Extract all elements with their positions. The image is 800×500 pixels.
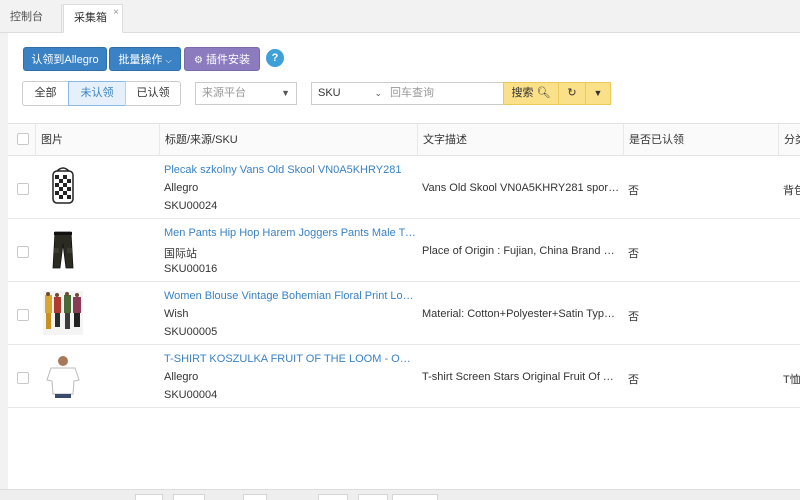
row-checkbox[interactable] [17, 309, 29, 321]
refresh-icon: ↻ [567, 87, 577, 99]
product-title-link[interactable]: Plecak szkolny Vans Old Skool VN0A5KHRY2… [164, 164, 416, 176]
product-source: Allegro [164, 182, 199, 194]
claimed-status: 否 [628, 374, 639, 386]
header-category: 分类 [778, 124, 800, 157]
refresh-button[interactable]: ↻ [558, 82, 586, 105]
table-row[interactable]: T-SHIRT KOSZULKA FRUIT OF THE LOOM - ORI… [8, 345, 800, 408]
product-source: Wish [164, 308, 189, 320]
table-row[interactable]: Men Pants Hip Hop Harem Joggers Pants Ma… [8, 219, 800, 282]
chevron-down-icon: ⌵ [165, 56, 172, 65]
product-sku: SKU00005 [164, 326, 218, 338]
page-number-input[interactable] [243, 494, 267, 500]
prev-page-button[interactable] [173, 494, 205, 500]
table-row[interactable]: Women Blouse Vintage Bohemian Floral Pri… [8, 282, 800, 345]
select-all-checkbox[interactable] [17, 133, 29, 145]
product-image [46, 356, 80, 398]
filter-unclaimed[interactable]: 未认领 [68, 81, 126, 106]
product-title-link[interactable]: T-SHIRT KOSZULKA FRUIT OF THE LOOM - ORI… [164, 353, 416, 365]
search-icon: 🔍︎ [536, 87, 551, 99]
batch-operation-label: 批量操作 [118, 54, 163, 66]
product-sku: SKU00024 [164, 200, 218, 212]
product-title-link[interactable]: Women Blouse Vintage Bohemian Floral Pri… [164, 290, 416, 302]
claimed-status: 否 [628, 185, 639, 197]
search-button[interactable]: 搜索 🔍︎ [503, 82, 559, 105]
product-description: Vans Old Skool VN0A5KHRY281 sportowy ple… [422, 182, 620, 194]
tab-collection-box[interactable]: 采集箱 × [63, 4, 123, 33]
product-sku: SKU00016 [164, 263, 218, 275]
header-claimed: 是否已认领 [623, 124, 778, 157]
source-platform-select[interactable]: 来源平台 ▼ [195, 82, 297, 105]
pagination-bar [0, 489, 800, 500]
product-category: T恤 [783, 374, 800, 386]
cogs-icon: ⚙ [193, 55, 203, 66]
product-image [43, 291, 83, 335]
product-description: Place of Origin : Fujian, China Brand Na… [422, 245, 620, 257]
product-description: Material: Cotton+Polyester+Satin Type: D… [422, 308, 620, 320]
product-description: T-shirt Screen Stars Original Fruit Of T… [422, 371, 620, 383]
first-page-button[interactable] [135, 494, 163, 500]
more-options-button[interactable]: ▼ [585, 82, 611, 105]
claimed-status: 否 [628, 248, 639, 260]
search-field-value: SKU [318, 87, 341, 99]
product-title-link[interactable]: Men Pants Hip Hop Harem Joggers Pants Ma… [164, 227, 416, 239]
product-sku: SKU00004 [164, 389, 218, 401]
batch-operation-button[interactable]: 批量操作 ⌵ [109, 47, 181, 71]
chevron-down-icon: ⌄ [374, 88, 382, 98]
help-icon[interactable]: ? [266, 49, 284, 67]
product-source: 国际站 [164, 248, 197, 260]
product-source: Allegro [164, 371, 199, 383]
last-page-button[interactable] [358, 494, 388, 500]
filter-claimed[interactable]: 已认领 [125, 81, 181, 106]
plugin-install-button[interactable]: ⚙ 插件安装 [184, 47, 260, 71]
tab-console[interactable]: 控制台 [0, 4, 62, 33]
tab-console-label: 控制台 [10, 11, 43, 23]
product-category: 背包 [783, 185, 800, 197]
tab-collection-box-label: 采集箱 [74, 12, 107, 24]
page-size-select[interactable] [392, 494, 438, 500]
table-row[interactable]: Plecak szkolny Vans Old Skool VN0A5KHRY2… [8, 156, 800, 219]
claimed-status: 否 [628, 311, 639, 323]
table-header: 图片 标题/来源/SKU 文字描述 是否已认领 分类 [8, 123, 800, 157]
row-checkbox[interactable] [17, 246, 29, 258]
search-field-select[interactable]: SKU ⌄ [311, 82, 389, 105]
header-description: 文字描述 [417, 124, 623, 157]
source-platform-placeholder: 来源平台 [202, 87, 246, 99]
caret-down-icon: ▼ [281, 88, 290, 98]
caret-down-icon: ▼ [593, 88, 603, 98]
filter-all[interactable]: 全部 [22, 81, 69, 106]
search-button-label: 搜索 [511, 87, 534, 99]
tab-bar: 控制台 采集箱 × [0, 0, 800, 33]
close-icon[interactable]: × [113, 0, 119, 26]
header-image: 图片 [35, 124, 159, 157]
plugin-install-label: 插件安装 [206, 54, 251, 66]
header-title: 标题/来源/SKU [159, 124, 417, 157]
product-image [52, 167, 74, 204]
row-checkbox[interactable] [17, 183, 29, 195]
main-panel: 认领到Allegro 批量操作 ⌵ ⚙ 插件安装 ? 全部 未认领 已认领 来源… [8, 33, 800, 500]
search-input[interactable]: 回车查询 [388, 82, 504, 105]
row-checkbox[interactable] [17, 372, 29, 384]
product-image [52, 231, 74, 269]
next-page-button[interactable] [318, 494, 348, 500]
claim-to-allegro-button[interactable]: 认领到Allegro [23, 47, 107, 71]
